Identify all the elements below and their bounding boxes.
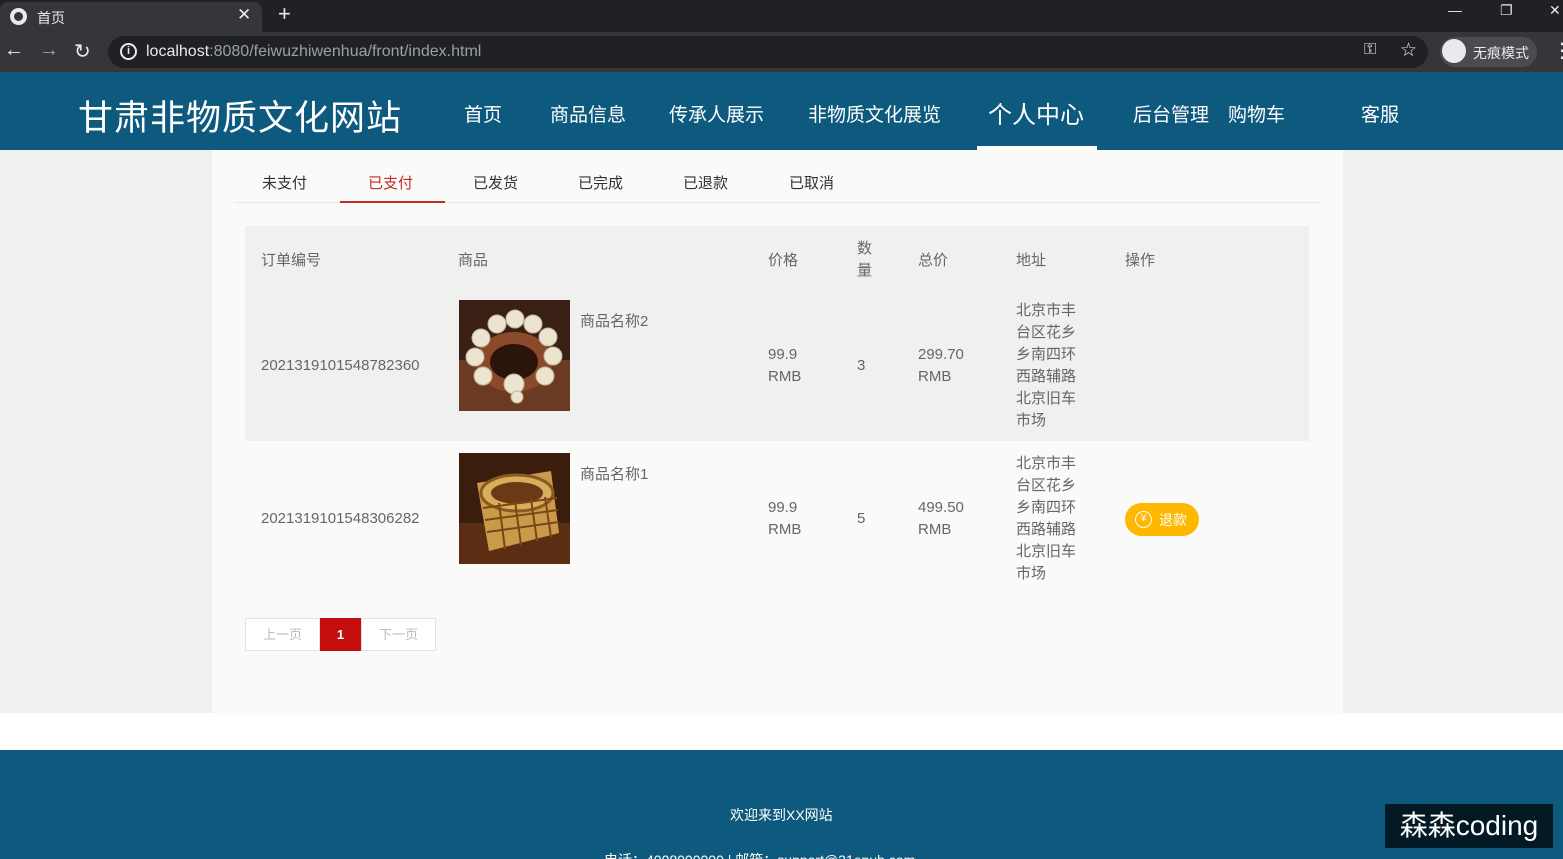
tab-title: 首页 — [37, 10, 65, 26]
nav-customer-service[interactable]: 客服 — [1361, 100, 1399, 127]
nav-admin[interactable]: 后台管理 — [1133, 100, 1209, 127]
reload-icon[interactable]: ↻ — [74, 39, 91, 64]
product-name[interactable]: 商品名称1 — [580, 464, 648, 486]
page-1-button[interactable]: 1 — [320, 618, 361, 651]
shipping-address: 北京市丰台区花乡乡南四环西路辅路北京旧车市场 — [1016, 455, 1077, 582]
prev-page-button[interactable]: 上一页 — [245, 618, 320, 651]
product-image-basket[interactable] — [459, 453, 570, 564]
header-address: 地址 — [1016, 252, 1047, 269]
tab-active-underline — [340, 201, 445, 203]
tab-completed[interactable]: 已完成 — [578, 172, 623, 193]
shipping-address: 北京市丰台区花乡乡南四环西路辅路北京旧车市场 — [1016, 302, 1077, 429]
minimize-icon[interactable]: — — [1448, 2, 1462, 18]
site-header: 甘肃非物质文化网站 首页 商品信息 传承人展示 非物质文化展览 个人中心 后台管… — [0, 72, 1563, 150]
footer-welcome: 欢迎来到XX网站 — [730, 807, 833, 823]
browser-tabbar: 首页 ✕ + — ❐ ✕ — [0, 0, 1563, 32]
order-number: 2021319101548306282 — [261, 510, 420, 527]
incognito-badge[interactable]: 无痕模式 — [1440, 37, 1537, 67]
yuan-coin-icon: ¥ — [1135, 511, 1152, 528]
incognito-icon — [1442, 39, 1466, 63]
product-quantity: 5 — [857, 510, 866, 527]
globe-icon — [10, 8, 27, 25]
tab-shipped[interactable]: 已发货 — [473, 172, 518, 193]
key-icon[interactable]: ⚿ — [1364, 41, 1376, 59]
menu-dots-icon[interactable]: ⋮ — [1552, 38, 1563, 63]
header-order-no: 订单编号 — [261, 252, 322, 269]
order-total: 299.70 RMB — [918, 346, 964, 385]
product-quantity: 3 — [857, 357, 866, 374]
refund-button[interactable]: ¥ 退款 — [1125, 503, 1199, 536]
product-image-bracelet[interactable] — [459, 300, 570, 411]
order-number: 2021319101548782360 — [261, 357, 420, 374]
footer-contact: 电话：4008000000 | 邮箱：support@21epub.com — [604, 850, 915, 859]
forward-arrow-icon[interactable]: → — [39, 39, 59, 62]
site-footer: 欢迎来到XX网站 电话：4008000000 | 邮箱：support@21ep… — [0, 750, 1563, 859]
new-tab-button[interactable]: + — [278, 1, 291, 27]
url-input[interactable]: i localhost:8080/feiwuzhiwenhua/front/in… — [108, 36, 1428, 68]
nav-exhibition[interactable]: 非物质文化展览 — [808, 100, 941, 127]
nav-inheritors[interactable]: 传承人展示 — [669, 100, 764, 127]
nav-cart[interactable]: 购物车 — [1228, 100, 1285, 127]
tab-unpaid[interactable]: 未支付 — [262, 172, 307, 193]
product-price: 99.9 RMB — [768, 499, 802, 538]
order-total: 499.50 RMB — [918, 499, 964, 538]
star-icon[interactable]: ☆ — [1400, 39, 1417, 62]
tab-refunded[interactable]: 已退款 — [683, 172, 728, 193]
video-watermark: 森森coding — [1385, 804, 1553, 848]
back-arrow-icon[interactable]: ← — [4, 39, 24, 62]
address-bar: ← → ↻ i localhost:8080/feiwuzhiwenhua/fr… — [0, 32, 1563, 72]
nav-personal-center[interactable]: 个人中心 — [988, 95, 1084, 130]
restore-icon[interactable]: ❐ — [1500, 2, 1513, 19]
site-title: 甘肃非物质文化网站 — [78, 99, 403, 138]
incognito-label: 无痕模式 — [1473, 45, 1529, 61]
nav-products[interactable]: 商品信息 — [550, 100, 626, 127]
product-price: 99.9 RMB — [768, 346, 802, 385]
header-price: 价格 — [768, 252, 799, 269]
window-close-icon[interactable]: ✕ — [1549, 2, 1561, 19]
footer-spacer — [0, 713, 1563, 750]
header-quantity: 数量 — [857, 240, 873, 279]
product-name[interactable]: 商品名称2 — [580, 311, 648, 333]
tab-close-icon[interactable]: ✕ — [237, 5, 251, 25]
refund-label: 退款 — [1159, 512, 1187, 528]
header-action: 操作 — [1125, 252, 1156, 269]
header-total: 总价 — [918, 252, 949, 269]
header-product: 商品 — [458, 252, 489, 269]
url-text: localhost:8080/feiwuzhiwenhua/front/inde… — [146, 43, 482, 60]
next-page-button[interactable]: 下一页 — [361, 618, 436, 651]
tab-paid[interactable]: 已支付 — [368, 172, 413, 193]
browser-tab[interactable]: 首页 ✕ — [0, 2, 262, 32]
nav-home[interactable]: 首页 — [464, 100, 502, 127]
info-icon[interactable]: i — [120, 43, 137, 60]
tab-cancelled[interactable]: 已取消 — [789, 172, 834, 193]
